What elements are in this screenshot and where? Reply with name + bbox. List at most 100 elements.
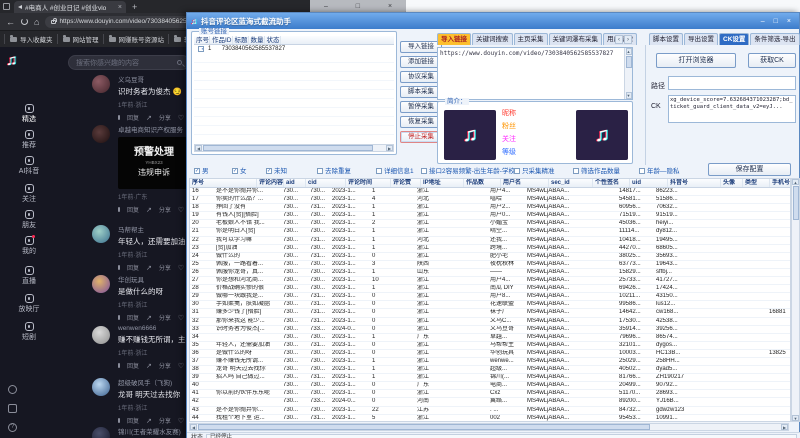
sidebar-item[interactable]: 短剧: [0, 322, 58, 342]
table-v-scrollbar[interactable]: ▲ ▼: [791, 178, 800, 422]
scroll-left-icon[interactable]: ◀: [190, 424, 197, 430]
column-header[interactable]: 个性签名: [593, 179, 630, 187]
settings-tab[interactable]: CK设置: [719, 33, 750, 45]
reply-button[interactable]: 回复: [127, 416, 139, 425]
like-heart-icon[interactable]: ♡: [178, 264, 184, 272]
checkbox-icon[interactable]: ✓: [317, 167, 323, 174]
avatar[interactable]: [92, 326, 110, 344]
reply-bubble-icon[interactable]: [118, 207, 120, 212]
checkbox-icon[interactable]: ✓: [573, 167, 579, 174]
table-row[interactable]: 32 那你来我这 能少... 730... 731... 2023-1... 0 浙江义…: [190, 318, 790, 326]
table-row[interactable]: 28 价格战确实惨的很 730... 730... 2023-1... 1 浙江 南瓜 D…: [190, 285, 790, 294]
sidebar-item[interactable]: 精选: [0, 104, 58, 124]
collect-button[interactable]: 导入链接: [400, 41, 442, 53]
column-header[interactable]: 评论时间: [346, 179, 391, 187]
column-header[interactable]: 类型: [743, 179, 770, 187]
table-row[interactable]: 17 你卖的什么品？... 730... 730... 2023-1... 4 河北 嘻哈…: [190, 196, 790, 205]
avatar[interactable]: [92, 75, 110, 93]
table-row[interactable]: 19 有钱人[赞][捂脸] 730... 730... 2023-1... 1 浙江 用户…: [190, 212, 790, 221]
tab-next-icon[interactable]: ›: [624, 35, 632, 44]
table-row[interactable]: 22 我可以学习嘛 730... 731... 2023-1... 1 河北 还我... …: [190, 237, 790, 245]
camera-circle-icon[interactable]: [8, 385, 17, 394]
table-row[interactable]: 23 [赞]加油 730... 730... 2023-1... 1 浙江 跨境... M…: [190, 245, 790, 253]
share-icon[interactable]: ↗: [146, 362, 152, 370]
collect-button[interactable]: 暂停采集: [400, 101, 442, 113]
help-icon[interactable]: ?: [8, 423, 17, 432]
table-row[interactable]: 33 识时务者为俊杰[... 730... 733... 2024-0... 0 浙江义…: [190, 326, 790, 334]
settings-tab[interactable]: 条件筛选-导出: [750, 33, 800, 45]
app-title-bar[interactable]: ♫ 抖音评论区蓝海式截流助手 – □ ×: [187, 13, 799, 29]
path-input[interactable]: [668, 76, 796, 90]
share-icon[interactable]: ↗: [146, 206, 152, 214]
reply-button[interactable]: 回复: [127, 313, 139, 322]
table-row[interactable]: 29 做哪一块跟我是... 730... 731... 2023-1... 0 浙江 用户…: [190, 293, 790, 302]
table-row[interactable]: 21 你是明白人[赞] 730... 730... 2023-1... 1 浙江 晴空..…: [190, 228, 790, 237]
column-header[interactable]: cid: [306, 179, 346, 187]
sidebar-item[interactable]: 放映厅: [0, 294, 58, 314]
share-button[interactable]: 分享: [159, 313, 171, 322]
app-minimize-button[interactable]: –: [761, 18, 765, 25]
share-icon[interactable]: ↗: [146, 264, 152, 272]
table-h-scrollbar[interactable]: ◀ ▶: [189, 423, 789, 431]
reply-button[interactable]: 回复: [127, 113, 139, 122]
like-heart-icon[interactable]: ♡: [178, 362, 184, 370]
column-header[interactable]: 用户名: [501, 179, 549, 187]
collect-button[interactable]: 停止采集: [400, 131, 442, 143]
sidebar-item[interactable]: 我的: [0, 235, 58, 256]
app-maximize-button[interactable]: □: [774, 18, 778, 25]
avatar[interactable]: [92, 125, 110, 143]
comment-username[interactable]: wenwen6666: [118, 325, 188, 332]
table-row[interactable]: 40 730... 730... 2023-1... 0 广东 电商... MS4wLj…: [190, 382, 790, 391]
get-ck-button[interactable]: 获取CK: [748, 53, 796, 68]
table-row[interactable]: 35 年轻人，还需要加油 730... 731... 2023-1... 0 浙江 马帮帮…: [190, 342, 790, 350]
scroll-thumb[interactable]: [203, 145, 373, 151]
bookmark-item[interactable]: 网站管理: [56, 34, 99, 44]
column-header[interactable]: IP地址: [421, 179, 464, 187]
comment-username[interactable]: 华创玩具: [118, 274, 188, 284]
checkbox-icon[interactable]: ✓: [421, 167, 427, 174]
app-close-button[interactable]: ×: [787, 18, 791, 25]
table-row[interactable]: 31 赚多少钱了[捂脸] 730... 731... 2023-1... 0 浙江 袜子厂…: [190, 309, 790, 318]
scroll-down-icon[interactable]: ▼: [625, 92, 632, 99]
column-header[interactable]: 抖音号: [668, 179, 721, 187]
table-row[interactable]: 37 赚不赚钱无所谓... 730... 730... 2023-1... 1 浙江 we…: [190, 358, 790, 367]
table-row[interactable]: 44 找租个地下室 运... 730... 731... 2023-1... 5 浙江 0…: [190, 415, 790, 421]
link-column-header[interactable]: 数量: [249, 36, 265, 44]
filter-checkbox[interactable]: ✓ 女: [230, 165, 247, 175]
bookmark-item[interactable]: 网赚账号资源站: [102, 34, 164, 44]
reply-button[interactable]: 回复: [127, 263, 139, 272]
share-button[interactable]: 分享: [159, 361, 171, 370]
checkbox-icon[interactable]: ✓: [514, 167, 520, 174]
table-row[interactable]: 36 是做什么的呀 730... 730... 2023-1... 0 浙江 华创玩具 M…: [190, 350, 790, 358]
checkbox-icon[interactable]: ✓: [639, 167, 645, 174]
avatar[interactable]: [92, 427, 110, 438]
column-header[interactable]: 序号: [190, 179, 257, 187]
link-column-header[interactable]: 序号: [194, 36, 210, 44]
table-row[interactable]: 24 做什么的 730... 731... 2023-1... 0 浙江 肥小宅 MS4w…: [190, 253, 790, 261]
comment-image[interactable]: 预警处理 YHBX23 违规申诉: [118, 137, 188, 189]
save-config-button[interactable]: 保存配置: [708, 163, 791, 176]
avatar[interactable]: [92, 275, 110, 293]
collect-button[interactable]: 恢复采集: [400, 116, 442, 128]
sidebar-item[interactable]: 关注: [0, 184, 58, 204]
checkbox-icon[interactable]: ✓: [194, 167, 200, 174]
source-tab[interactable]: 关键词搜索: [472, 33, 513, 45]
sidebar-item[interactable]: AI抖音: [0, 156, 58, 176]
new-tab-button[interactable]: +: [132, 2, 137, 12]
table-row[interactable]: 27 你是想和河北商... 730... 730... 2023-1... 10 浙江用…: [190, 277, 790, 286]
share-button[interactable]: 分享: [159, 263, 171, 272]
comment-username[interactable]: 锦川(王者荣耀水友赛): [118, 426, 188, 436]
column-header[interactable]: 评论赞: [391, 179, 421, 187]
source-tab[interactable]: 导入链接: [437, 33, 471, 45]
home-icon[interactable]: ⌂: [34, 17, 39, 27]
column-header[interactable]: 头像: [721, 179, 743, 187]
column-header[interactable]: 作品数: [464, 179, 501, 187]
link-row[interactable]: ✓1 7303840562585537827: [194, 45, 394, 54]
share-button[interactable]: 分享: [159, 205, 171, 214]
filter-checkbox[interactable]: ✓ 筛选作品数量: [571, 165, 620, 175]
share-button[interactable]: 分享: [159, 416, 171, 425]
scroll-thumb[interactable]: [792, 186, 799, 220]
table-row[interactable]: 38 龙哥 明天过去找你 730... 730... 2023-1... 1 浙江 超级.…: [190, 366, 790, 375]
scroll-thumb[interactable]: [625, 56, 632, 68]
column-header[interactable]: uid: [630, 179, 668, 187]
